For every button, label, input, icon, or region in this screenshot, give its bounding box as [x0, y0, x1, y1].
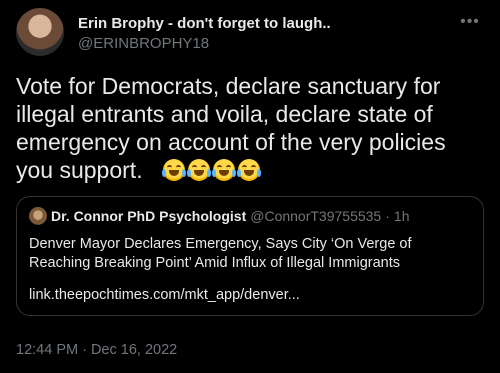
author-handle[interactable]: @ERINBROPHY18 — [78, 35, 209, 52]
quoted-handle[interactable]: @ConnorT39755535 — [250, 208, 381, 224]
quoted-tweet-link[interactable]: link.theepochtimes.com/mkt_app/denver... — [29, 287, 469, 303]
separator-dot: · — [385, 208, 390, 224]
quoted-avatar[interactable] — [29, 207, 47, 225]
tweet-text-container: Vote for Democrats, declare sanctuary fo… — [16, 72, 486, 187]
avatar[interactable] — [16, 8, 64, 56]
tweet[interactable]: Erin Brophy - don't forget to laugh.. @E… — [0, 0, 500, 373]
face-with-tears-of-joy-icon — [186, 159, 211, 181]
emoji-row — [161, 159, 263, 187]
face-with-tears-of-joy-icon — [236, 159, 261, 181]
quoted-tweet-header: Dr. Connor PhD Psychologist @ConnorT39755… — [29, 207, 471, 227]
quoted-tweet-text: Denver Mayor Declares Emergency, Says Ci… — [29, 236, 412, 271]
quoted-display-name[interactable]: Dr. Connor PhD Psychologist — [51, 208, 246, 224]
quoted-time[interactable]: 1h — [394, 208, 410, 224]
more-horizontal-icon[interactable]: ••• — [456, 12, 484, 32]
tweet-timestamp[interactable]: 12:44 PM · Dec 16, 2022 — [16, 342, 177, 358]
tweet-header: Erin Brophy - don't forget to laugh.. @E… — [16, 8, 484, 58]
face-with-tears-of-joy-icon — [161, 159, 186, 181]
author-display-name[interactable]: Erin Brophy - don't forget to laugh.. — [78, 15, 331, 32]
quoted-tweet[interactable]: Dr. Connor PhD Psychologist @ConnorT39755… — [16, 196, 484, 316]
face-with-tears-of-joy-icon — [211, 159, 236, 181]
